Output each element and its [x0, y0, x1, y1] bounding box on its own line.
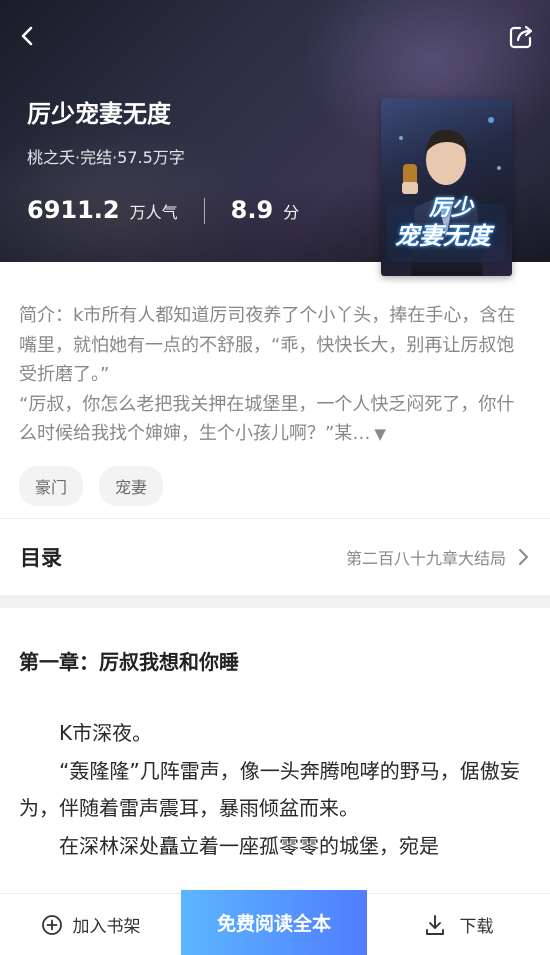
add-to-shelf-button[interactable]: 加入书架	[0, 894, 181, 955]
download-label: 下载	[459, 917, 494, 937]
plus-circle-icon	[41, 914, 62, 935]
chevron-left-icon	[21, 26, 33, 46]
chapter-paragraph: “轰隆隆”几阵雷声，像一头奔腾咆哮的野马，倨傲妄为，伴随着雷声震耳，暴雨倾盆而来…	[19, 758, 520, 821]
tag-item[interactable]: 豪门	[19, 466, 84, 506]
bottom-action-bar: 加入书架 免费阅读全本 下载	[0, 889, 550, 955]
share-icon	[509, 25, 533, 49]
tag-list: 豪门 宠妻	[19, 466, 164, 506]
book-intro[interactable]: 简介：k市所有人都知道厉司夜养了个小丫头，捧在手心，含在嘴里，就怕她有一点的不舒…	[19, 301, 519, 450]
latest-chapter-label: 第二百八十九章大结局	[345, 549, 506, 568]
book-meta: 桃之夭·完结·57.5万字	[27, 148, 185, 167]
latest-chapter: 第二百八十九章大结局	[346, 545, 530, 569]
intro-text: “厉叔，你怎么老把我关押在城堡里，一个人快乏闷死了，你什么时候给我找个婶婶，生个…	[19, 393, 515, 445]
tag-item[interactable]: 宠妻	[99, 466, 164, 506]
cover-title-line2: 宠妻无度	[395, 221, 491, 250]
download-button[interactable]: 下载	[367, 894, 550, 955]
popularity-unit: 万人气	[129, 203, 178, 222]
chapter-preview: 第一章：厉叔我想和你睡 K市深夜。 “轰隆隆”几阵雷声，像一头奔腾咆哮的野马，倨…	[19, 646, 529, 865]
score-value: 8.9	[230, 196, 274, 224]
chapter-paragraph: K市深夜。	[59, 721, 153, 745]
table-of-contents-row[interactable]: 目录 第二百八十九章大结局	[0, 519, 550, 595]
book-cover[interactable]: 厉少 宠妻无度	[381, 98, 512, 276]
expand-arrow-icon[interactable]: ▼	[374, 425, 386, 443]
read-full-book-button[interactable]: 免费阅读全本	[181, 889, 367, 955]
add-to-shelf-label: 加入书架	[72, 917, 141, 937]
section-gap	[0, 595, 550, 608]
book-title: 厉少宠妻无度	[27, 100, 171, 128]
chapter-title: 第一章：厉叔我想和你睡	[19, 650, 239, 674]
intro-paragraph: 简介：k市所有人都知道厉司夜养了个小丫头，捧在手心，含在嘴里，就怕她有一点的不舒…	[19, 305, 516, 385]
back-button[interactable]	[14, 22, 42, 50]
share-button[interactable]	[506, 22, 536, 52]
book-detail-page: 厉少宠妻无度 桃之夭·完结·57.5万字 6911.2 万人气 8.9 分 厉少…	[0, 0, 550, 955]
intro-paragraph: “厉叔，你怎么老把我关押在城堡里，一个人快乏闷死了，你什么时候给我找个婶婶，生个…	[19, 390, 519, 450]
book-stats: 6911.2 万人气 8.9 分	[27, 196, 299, 226]
stats-divider	[203, 198, 205, 224]
download-icon	[425, 914, 444, 935]
score-unit: 分	[283, 203, 300, 222]
chapter-body: K市深夜。 “轰隆隆”几阵雷声，像一头奔腾咆哮的野马，倨傲妄为，伴随着雷声震耳，…	[19, 715, 529, 865]
popularity-value: 6911.2	[27, 196, 120, 224]
chapter-paragraph: 在深林深处矗立着一座孤零零的城堡，宛是	[59, 833, 439, 858]
toc-label: 目录	[20, 546, 62, 570]
chevron-right-icon	[519, 549, 528, 565]
